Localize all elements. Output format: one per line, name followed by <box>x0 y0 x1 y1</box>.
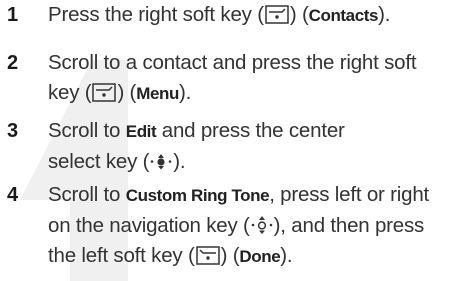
menu-item-label: Edit <box>125 122 157 141</box>
right-soft-key-icon <box>265 5 289 24</box>
text-segment: ) ( <box>117 81 137 104</box>
softkey-label: Contacts <box>308 6 379 25</box>
text-line: Scroll to Edit and press the center <box>48 116 462 147</box>
text-line: Scroll to a contact and press the right … <box>48 48 462 78</box>
menu-item-label: Custom Ring Tone <box>125 186 270 205</box>
text-segment: ) ( <box>289 3 309 26</box>
step-text: Scroll to a contact and press the right … <box>48 48 462 109</box>
text-line: key ( ) (Menu). <box>48 78 462 109</box>
step-text: Press the right soft key ( ) (Contacts). <box>48 0 462 31</box>
step-number: 1 <box>7 4 19 26</box>
text-segment: ) ( <box>220 244 240 267</box>
step-number: 3 <box>7 120 19 142</box>
text-segment: on the navigation key ( <box>48 214 250 237</box>
softkey-label: Menu <box>136 84 179 103</box>
text-segment: ). <box>178 81 192 104</box>
text-line: select key (). <box>48 147 462 177</box>
left-soft-key-icon <box>195 246 220 265</box>
text-segment: , press left or right <box>269 183 430 206</box>
step-text: Scroll to Edit and press the center sele… <box>48 116 462 177</box>
step-text: Scroll to Custom Ring Tone, press left o… <box>48 180 462 272</box>
text-segment: ). <box>378 3 391 26</box>
text-segment: ). <box>280 244 293 267</box>
text-segment: select key ( <box>48 150 150 173</box>
text-segment: and press the center <box>156 119 345 142</box>
text-segment: Press the right soft key ( <box>48 3 264 26</box>
text-segment: Scroll to a contact and press the right … <box>48 51 417 74</box>
step-number: 2 <box>7 52 19 74</box>
text-segment: Scroll to <box>48 183 126 206</box>
text-segment: ). <box>173 150 186 173</box>
text-line: the left soft key ( ) (Done). <box>48 241 462 272</box>
text-segment: Scroll to <box>48 119 126 142</box>
text-line: Scroll to Custom Ring Tone, press left o… <box>48 180 462 211</box>
center-select-key-icon <box>150 152 172 171</box>
right-soft-key-icon <box>92 83 117 102</box>
text-segment: ), and then press <box>273 214 425 237</box>
step-number: 4 <box>7 184 19 206</box>
navigation-key-icon <box>251 215 273 235</box>
softkey-label: Done <box>239 247 281 266</box>
text-segment: the left soft key ( <box>48 244 195 267</box>
text-segment: key ( <box>48 81 92 104</box>
text-line: on the navigation key ( ), and then press <box>48 211 462 241</box>
